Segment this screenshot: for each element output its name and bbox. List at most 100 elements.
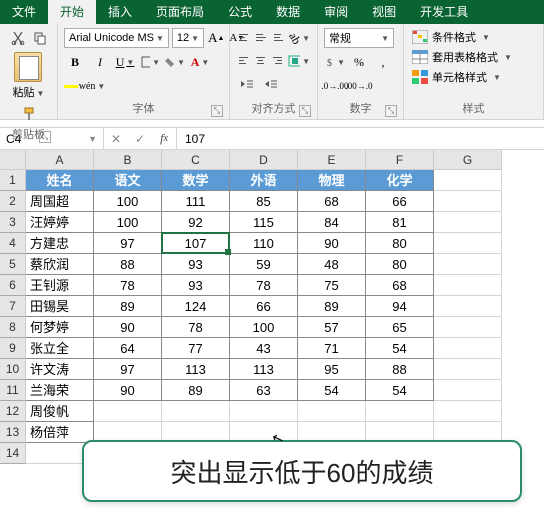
data-cell[interactable]: 90 xyxy=(298,233,366,254)
data-cell[interactable]: 78 xyxy=(94,275,162,296)
header-cell[interactable]: 外语 xyxy=(230,170,298,191)
data-cell[interactable]: 68 xyxy=(298,191,366,212)
data-cell[interactable]: 90 xyxy=(94,317,162,338)
data-cell[interactable] xyxy=(298,401,366,422)
data-cell[interactable]: 93 xyxy=(162,275,230,296)
data-cell[interactable]: 63 xyxy=(230,380,298,401)
tab-开始[interactable]: 开始 xyxy=(48,0,96,24)
data-cell[interactable]: 100 xyxy=(94,212,162,233)
data-cell[interactable]: 94 xyxy=(366,296,434,317)
data-cell[interactable]: 81 xyxy=(366,212,434,233)
data-cell[interactable]: 92 xyxy=(162,212,230,233)
align-right-icon[interactable] xyxy=(270,51,285,69)
data-cell[interactable]: 80 xyxy=(366,233,434,254)
row-header[interactable]: 4 xyxy=(0,233,26,254)
data-cell[interactable]: 田锡昊 xyxy=(26,296,94,317)
data-cell[interactable] xyxy=(434,254,502,275)
data-cell[interactable] xyxy=(434,212,502,233)
header-cell[interactable]: 姓名 xyxy=(26,170,94,191)
format-as-table-button[interactable]: 套用表格格式▼ xyxy=(410,48,537,66)
col-header-A[interactable]: A xyxy=(26,150,94,170)
data-cell[interactable] xyxy=(366,401,434,422)
phonetic-button[interactable]: wén▼ xyxy=(81,76,103,96)
data-cell[interactable]: 115 xyxy=(230,212,298,233)
enter-icon[interactable]: ✓ xyxy=(128,128,152,150)
data-cell[interactable] xyxy=(162,401,230,422)
data-cell[interactable]: 许文涛 xyxy=(26,359,94,380)
fx-icon[interactable]: fx xyxy=(152,128,176,150)
data-cell[interactable]: 85 xyxy=(230,191,298,212)
cell-styles-button[interactable]: 单元格样式▼ xyxy=(410,68,537,86)
data-cell[interactable]: 97 xyxy=(94,359,162,380)
row-header[interactable]: 7 xyxy=(0,296,26,317)
data-cell[interactable]: 张立全 xyxy=(26,338,94,359)
select-all-corner[interactable] xyxy=(0,150,26,170)
data-cell[interactable]: 110 xyxy=(230,233,298,254)
fill-color-button[interactable]: ▼ xyxy=(164,52,186,72)
data-cell[interactable]: 王钊源 xyxy=(26,275,94,296)
percent-icon[interactable]: % xyxy=(348,52,370,72)
increase-font-icon[interactable]: A▲ xyxy=(207,28,225,48)
row-header[interactable]: 12 xyxy=(0,401,26,422)
data-cell[interactable]: 78 xyxy=(162,317,230,338)
data-cell[interactable]: 93 xyxy=(162,254,230,275)
data-cell[interactable]: 66 xyxy=(366,191,434,212)
data-cell[interactable] xyxy=(230,401,298,422)
data-cell[interactable]: 方建忠 xyxy=(26,233,94,254)
data-cell[interactable]: 杨倍萍 xyxy=(26,422,94,443)
data-cell[interactable]: 90 xyxy=(94,380,162,401)
align-bottom-icon[interactable] xyxy=(271,28,286,46)
row-header[interactable]: 10 xyxy=(0,359,26,380)
data-cell[interactable]: 100 xyxy=(94,191,162,212)
tab-视图[interactable]: 视图 xyxy=(360,0,408,24)
accounting-format-icon[interactable]: $▼ xyxy=(324,52,346,72)
conditional-formatting-button[interactable]: 条件格式▼ xyxy=(410,28,537,46)
row-header[interactable]: 9 xyxy=(0,338,26,359)
align-middle-icon[interactable] xyxy=(253,28,268,46)
data-cell[interactable]: 88 xyxy=(366,359,434,380)
data-cell[interactable]: 54 xyxy=(298,380,366,401)
row-header[interactable]: 8 xyxy=(0,317,26,338)
italic-button[interactable]: I xyxy=(89,52,111,72)
data-cell[interactable]: 蔡欣润 xyxy=(26,254,94,275)
data-cell[interactable]: 100 xyxy=(230,317,298,338)
data-cell[interactable]: 何梦婷 xyxy=(26,317,94,338)
data-cell[interactable]: 107 xyxy=(162,233,230,254)
number-format-combo[interactable]: 常规▼ xyxy=(324,28,394,48)
data-cell[interactable]: 78 xyxy=(230,275,298,296)
data-cell[interactable] xyxy=(434,380,502,401)
data-cell[interactable] xyxy=(94,401,162,422)
row-header[interactable]: 1 xyxy=(0,170,26,191)
header-cell[interactable]: 物理 xyxy=(298,170,366,191)
data-cell[interactable]: 84 xyxy=(298,212,366,233)
data-cell[interactable]: 59 xyxy=(230,254,298,275)
tab-页面布局[interactable]: 页面布局 xyxy=(144,0,216,24)
data-cell[interactable]: 113 xyxy=(230,359,298,380)
dialog-launcher-icon[interactable]: ⤡ xyxy=(385,105,397,117)
comma-icon[interactable]: , xyxy=(372,52,394,72)
copy-icon[interactable] xyxy=(30,28,50,48)
data-cell[interactable]: 124 xyxy=(162,296,230,317)
data-cell[interactable]: 64 xyxy=(94,338,162,359)
data-cell[interactable]: 75 xyxy=(298,275,366,296)
header-cell[interactable]: 数学 xyxy=(162,170,230,191)
data-cell[interactable]: 57 xyxy=(298,317,366,338)
col-header-G[interactable]: G xyxy=(434,150,502,170)
data-cell[interactable] xyxy=(434,191,502,212)
font-size-combo[interactable]: 12▼ xyxy=(172,28,204,48)
increase-decimal-icon[interactable]: .0→.00 xyxy=(324,76,346,96)
data-cell[interactable]: 65 xyxy=(366,317,434,338)
dialog-launcher-icon[interactable]: ⤡ xyxy=(299,105,311,117)
align-center-icon[interactable] xyxy=(253,51,268,69)
formula-input[interactable]: 107 xyxy=(177,128,544,149)
data-cell[interactable] xyxy=(434,317,502,338)
align-left-icon[interactable] xyxy=(236,51,251,69)
data-cell[interactable]: 48 xyxy=(298,254,366,275)
tab-数据[interactable]: 数据 xyxy=(264,0,312,24)
orientation-icon[interactable]: ab▼ xyxy=(288,28,311,48)
header-cell[interactable]: 化学 xyxy=(366,170,434,191)
data-cell[interactable]: 汪婷婷 xyxy=(26,212,94,233)
data-cell[interactable]: 95 xyxy=(298,359,366,380)
row-header[interactable]: 13 xyxy=(0,422,26,443)
merge-button[interactable]: ▼ xyxy=(287,51,311,71)
